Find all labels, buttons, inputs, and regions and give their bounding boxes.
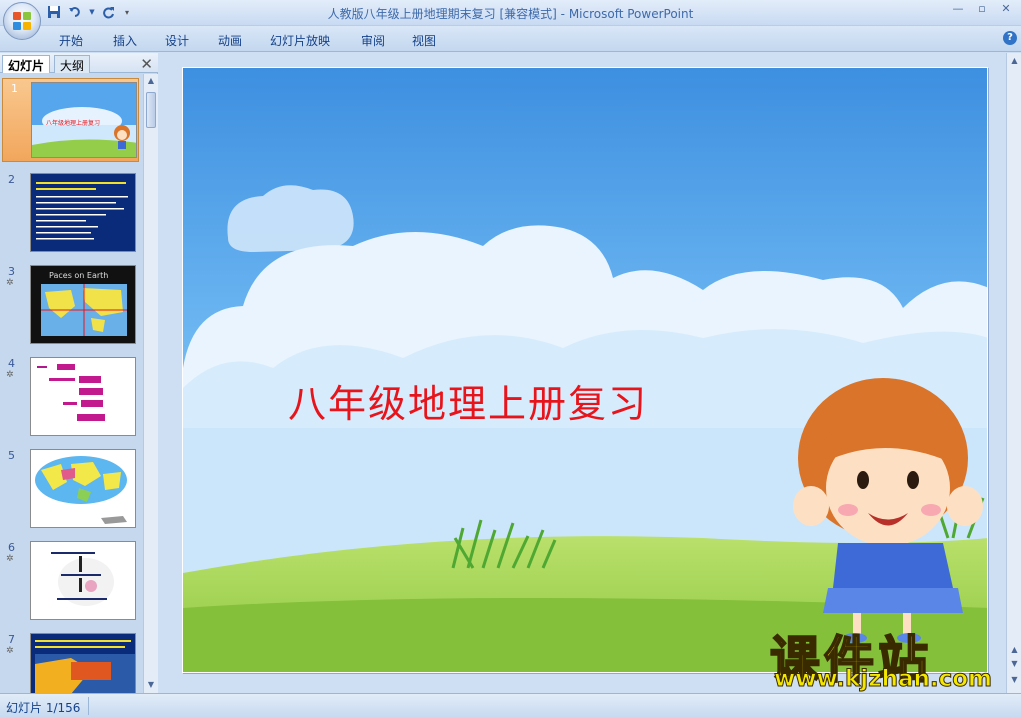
tab-home[interactable]: 开始 [59,32,83,49]
app-name: Microsoft PowerPoint [568,7,694,21]
document-title: 人教版八年级上册地理期末复习 [兼容模式] [327,7,557,21]
thumbnail-number: 4 [8,357,15,370]
thumbnail-row[interactable]: 2 [0,170,143,254]
thumbnail-list: 1 八年级地理上册复习 2 3 ✲ Paces on Earth 4 ✲ 5 6… [0,74,143,693]
watermark-url: www.kjzhan.com [774,666,993,693]
tab-insert[interactable]: 插入 [113,32,137,49]
svg-text:Paces on Earth: Paces on Earth [49,271,108,280]
tab-animations[interactable]: 动画 [218,32,242,49]
scroll-down-icon[interactable]: ▼ [146,680,156,690]
scroll-up-icon[interactable]: ▲ [146,76,156,86]
slide-editing-area: 八年级地理上册复习 [159,53,1006,693]
thumbnail-row[interactable]: 4 ✲ [0,354,143,438]
scroll-up-icon[interactable]: ▲ [1009,56,1020,65]
thumbnail-number: 6 [8,541,15,554]
thumbnail-row[interactable]: 1 八年级地理上册复习 [2,78,139,162]
animation-star-icon: ✲ [6,554,14,564]
slide-indicator: 幻灯片 1/156 [6,701,81,715]
scroll-down-icon[interactable]: ▼ [1009,675,1020,684]
tab-view[interactable]: 视图 [412,32,436,49]
close-icon[interactable]: ✕ [995,2,1017,18]
window-controls: — ▫ ✕ [947,2,1017,18]
thumbnail-number: 5 [8,449,15,462]
thumbnail-scrollbar[interactable]: ▲ ▼ [143,74,158,693]
tab-outline[interactable]: 大纲 [54,55,91,73]
help-icon[interactable]: ? [1003,31,1017,45]
animation-star-icon: ✲ [6,646,14,656]
thumbnail-number: 2 [8,173,15,186]
svg-text:八年级地理上册复习: 八年级地理上册复习 [46,119,100,127]
window-title: 人教版八年级上册地理期末复习 [兼容模式] - Microsoft PowerP… [0,5,1021,22]
slide-background [183,68,987,672]
tab-slides[interactable]: 幻灯片 [2,55,51,73]
slide-thumbnail [30,541,136,620]
current-slide[interactable]: 八年级地理上册复习 [182,67,988,673]
restore-icon[interactable]: ▫ [971,2,993,18]
minimize-icon[interactable]: — [947,2,969,18]
thumbnail-row[interactable]: 5 [0,446,143,530]
next-slide-icon[interactable]: ▼ [1009,659,1020,668]
thumbnail-row[interactable]: 6 ✲ [0,538,143,622]
slide-thumbnail: 八年级地理上册复习 [31,82,137,158]
pane-tabs: 幻灯片 大纲 ✕ [0,53,158,73]
slide-thumbnail: Paces on Earth [30,265,136,344]
thumbnail-number: 7 [8,633,15,646]
animation-star-icon: ✲ [6,278,14,288]
tab-review[interactable]: 审阅 [361,32,385,49]
status-divider [88,697,89,715]
title-bar: ▼ ▾ 人教版八年级上册地理期末复习 [兼容模式] - Microsoft Po… [0,0,1021,26]
close-pane-icon[interactable]: ✕ [140,55,153,73]
previous-slide-icon[interactable]: ▲ [1009,645,1020,654]
slide-scrollbar[interactable]: ▲ ▲ ▼ ▼ [1006,53,1021,693]
thumbnail-number: 3 [8,265,15,278]
scroll-thumb[interactable] [146,92,156,128]
ribbon-tabs: 开始 插入 设计 动画 幻灯片放映 审阅 视图 [0,26,1021,52]
thumbnail-row[interactable]: 7 ✲ [0,630,143,693]
slide-thumbnail [30,173,136,252]
thumbnail-number: 1 [11,82,18,95]
slide-thumbnail [30,633,136,693]
tab-design[interactable]: 设计 [165,32,189,49]
slide-thumbnail [30,357,136,436]
slides-pane: 幻灯片 大纲 ✕ 1 八年级地理上册复习 2 3 ✲ Paces on Eart… [0,53,158,693]
thumbnail-row[interactable]: 3 ✲ Paces on Earth [0,262,143,346]
slide-thumbnail [30,449,136,528]
title-separator: - [556,7,569,21]
slide-title[interactable]: 八年级地理上册复习 [288,373,648,428]
animation-star-icon: ✲ [6,370,14,380]
status-bar: 幻灯片 1/156 [0,693,1021,718]
office-logo-icon [13,12,31,30]
office-button[interactable] [3,2,41,40]
tab-slideshow[interactable]: 幻灯片放映 [270,32,330,49]
